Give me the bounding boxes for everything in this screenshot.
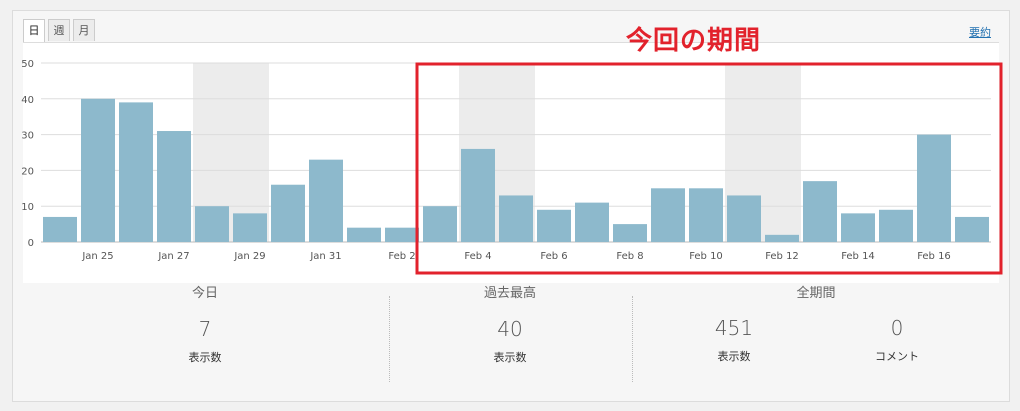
bar [879, 209, 913, 242]
bar [385, 227, 419, 242]
bar [651, 188, 685, 242]
bar [81, 98, 115, 242]
stat-today-label: 今日 [191, 286, 218, 301]
y-tick-label: 50 [21, 59, 34, 70]
bar [803, 181, 837, 242]
bar [309, 159, 343, 242]
bar [119, 102, 153, 242]
bar [955, 216, 989, 242]
y-tick-label: 40 [21, 95, 34, 106]
stat-today-sub: 表示数 [188, 351, 222, 364]
x-tick-label: Feb 4 [464, 251, 491, 262]
bar [575, 202, 609, 242]
bar-chart: 0 10 20 30 40 50 Jan 25 Jan 27 Jan 29 Jan 31 Feb 2… [21, 59, 1003, 275]
bar [347, 227, 381, 242]
bar [613, 224, 647, 242]
stat-divider [389, 296, 390, 382]
stat-alltime-views-sub: 表示数 [717, 350, 751, 363]
y-tick-label: 10 [21, 202, 34, 213]
stat-alltime-views-value: 451 [714, 316, 754, 340]
stat-alltime-label-wrap: 全期間 [766, 282, 866, 301]
stats-row: 今日 7 表示数 過去最高 40 表示数 全期間 451 表示数 0 コメント [12, 282, 1008, 392]
x-tick-label: Feb 12 [765, 251, 799, 262]
stat-best-value: 40 [497, 317, 523, 341]
stat-alltime-comments-value: 0 [890, 316, 904, 340]
bar [765, 234, 799, 242]
y-tick-label: 0 [28, 238, 34, 249]
bar [461, 148, 495, 242]
bar [841, 213, 875, 242]
x-tick-label: Feb 2 [388, 251, 415, 262]
bar [499, 195, 533, 242]
x-tick-label: Feb 16 [917, 251, 951, 262]
stat-alltime-comments: 0 コメント [847, 316, 947, 364]
stat-today: 今日 7 表示数 [155, 282, 255, 365]
bar [195, 206, 229, 242]
stat-alltime-comments-sub: コメント [875, 350, 919, 363]
x-tick-label: Jan 27 [157, 251, 189, 262]
stat-best-sub: 表示数 [493, 351, 527, 364]
stat-today-value: 7 [198, 317, 212, 341]
bar [157, 131, 191, 242]
x-tick-label: Jan 25 [81, 251, 113, 262]
stat-best-label: 過去最高 [483, 286, 536, 301]
bar [43, 216, 77, 242]
x-tick-label: Jan 29 [233, 251, 265, 262]
bar [917, 134, 951, 242]
y-tick-label: 20 [21, 166, 34, 177]
y-tick-label: 30 [21, 131, 34, 142]
x-tick-label: Feb 10 [689, 251, 723, 262]
bar [689, 188, 723, 242]
annotation-title: 今回の期間 [626, 26, 762, 56]
bar [537, 209, 571, 242]
bar [727, 195, 761, 242]
bar [423, 206, 457, 242]
x-tick-label: Feb 6 [540, 251, 567, 262]
bar [271, 184, 305, 242]
stat-divider [632, 296, 633, 382]
stat-alltime-label: 全期間 [796, 286, 836, 301]
stat-best: 過去最高 40 表示数 [460, 282, 560, 365]
bar [233, 213, 267, 242]
x-tick-label: Feb 8 [616, 251, 643, 262]
x-tick-label: Feb 14 [841, 251, 875, 262]
x-tick-label: Jan 31 [309, 251, 341, 262]
stat-alltime-views: 451 表示数 [684, 316, 784, 364]
